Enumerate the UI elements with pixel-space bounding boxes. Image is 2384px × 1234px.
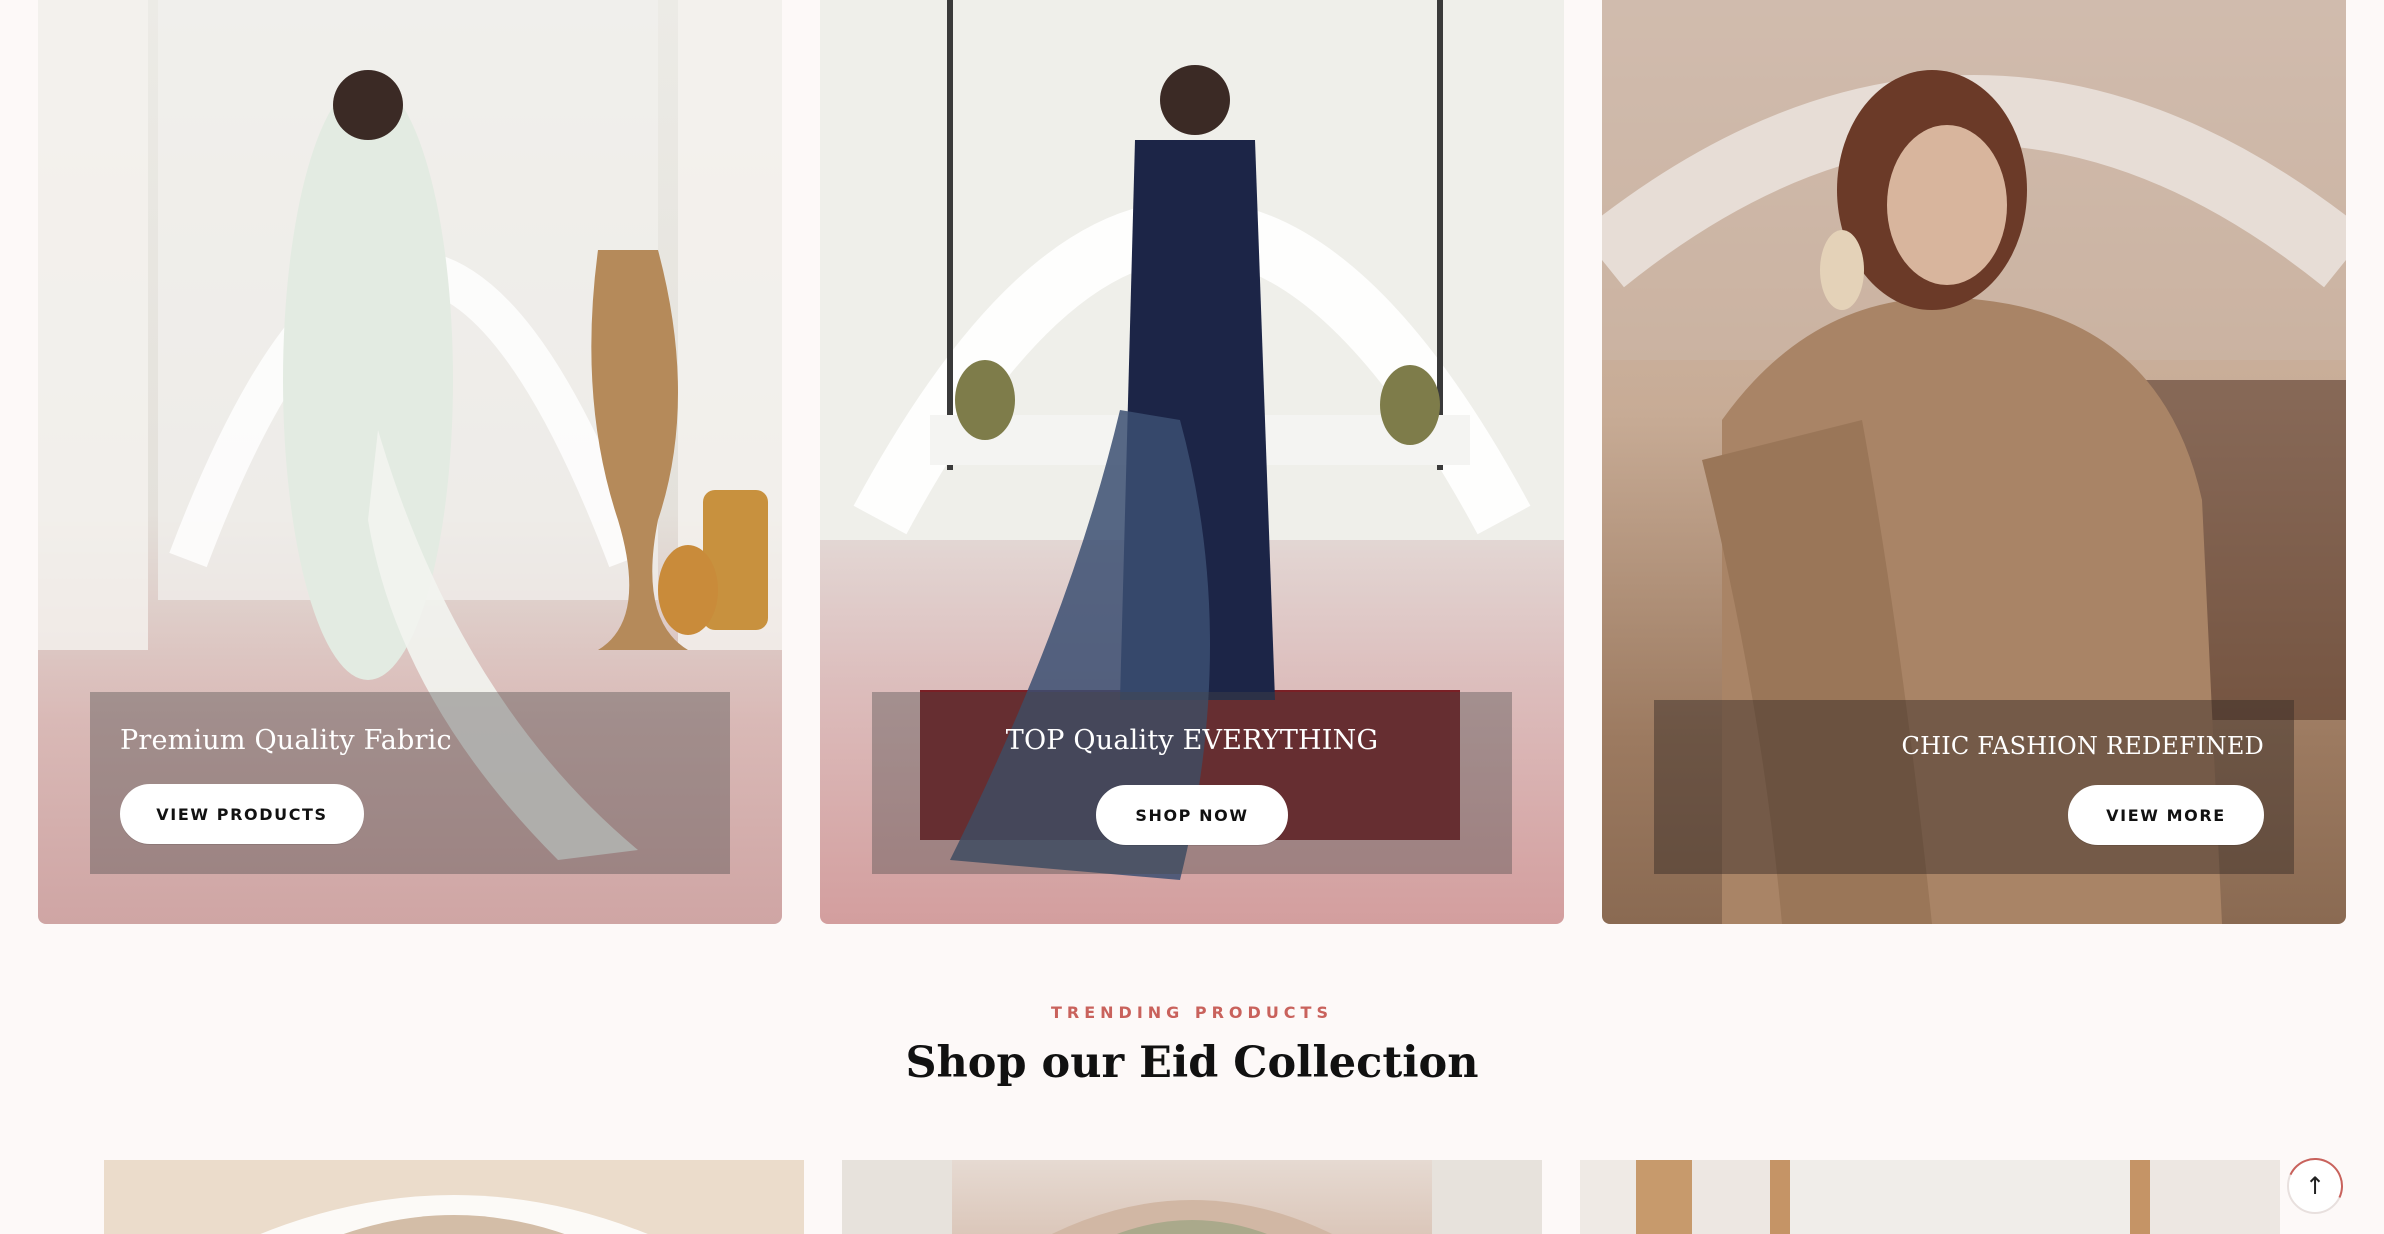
scroll-progress-ring <box>2279 1150 2351 1222</box>
section-heading: Shop our Eid Collection <box>905 1038 1479 1088</box>
view-products-button[interactable]: VIEW PRODUCTS <box>120 784 364 844</box>
section-eyebrow: TRENDING PRODUCTS <box>1051 1003 1333 1022</box>
product-card-image[interactable] <box>842 1160 1542 1234</box>
view-more-button[interactable]: VIEW MORE <box>2068 785 2264 845</box>
banner-card-fashion[interactable]: CHIC FASHION REDEFINED VIEW MORE <box>1602 0 2346 924</box>
scroll-to-top-button[interactable]: ↑ <box>2279 1150 2351 1222</box>
banner-title: CHIC FASHION REDEFINED <box>1901 732 2264 760</box>
product-card-image[interactable] <box>104 1160 804 1234</box>
banner-card-fabric[interactable]: Premium Quality Fabric VIEW PRODUCTS <box>38 0 782 924</box>
product-card-image[interactable] <box>1580 1160 2280 1234</box>
banner-overlay <box>90 692 730 874</box>
banner-overlay <box>872 692 1512 874</box>
banner-title: Premium Quality Fabric <box>120 725 452 756</box>
banner-card-quality[interactable]: TOP Quality EVERYTHING SHOP NOW <box>820 0 1564 924</box>
shop-now-button[interactable]: SHOP NOW <box>1096 785 1288 845</box>
banner-title: TOP Quality EVERYTHING <box>1005 725 1379 756</box>
